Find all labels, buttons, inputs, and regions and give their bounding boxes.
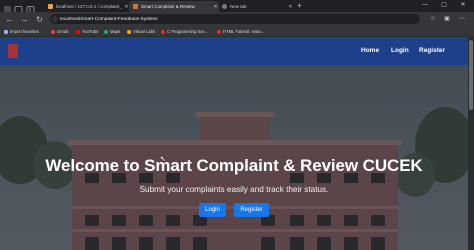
bookmark-label: YouTube <box>82 29 99 34</box>
youtube-icon <box>76 29 80 34</box>
gmail-icon <box>51 29 55 34</box>
url-input[interactable] <box>60 16 400 22</box>
tab-smart-complaint[interactable]: Smart Complaint & Review ✕ <box>129 1 219 12</box>
window-close-icon[interactable]: ✕ <box>456 0 470 11</box>
bookmarks-bar: Import favorites Gmail YouTube Maps Virt… <box>0 27 474 37</box>
new-tab-plus-icon[interactable]: + <box>297 1 302 10</box>
bookmark-label: Import favorites <box>10 29 39 34</box>
mouse-cursor-icon: ↖ <box>160 156 166 163</box>
phpmyadmin-favicon-icon <box>48 4 53 9</box>
bookmark-import-favorites[interactable]: Import favorites <box>4 28 39 35</box>
nav-register-link[interactable]: Register <box>419 47 445 54</box>
bookmark-virtual-labs[interactable]: Virtual Labs <box>127 28 155 35</box>
c-programming-icon <box>161 29 165 34</box>
bookmark-maps[interactable]: Maps <box>104 28 120 35</box>
maps-icon <box>104 29 108 34</box>
browser-toolbar: ← → ↻ ⓘ ☆ ▣ ⋯ <box>0 12 474 27</box>
bookmark-c-programming[interactable]: C Programming Exe... <box>161 28 208 35</box>
tab-title: Smart Complaint & Review <box>141 4 195 9</box>
profile-icon[interactable] <box>3 1 13 13</box>
scrollbar-thumb[interactable] <box>469 40 473 110</box>
bookmark-label: Gmail <box>57 29 68 34</box>
bookmark-youtube[interactable]: YouTube <box>76 28 98 35</box>
browser-tab-strip: localhost / 127.0.0.1 / complaint_ ✕ Sma… <box>0 0 474 13</box>
hero-title: Welcome to Smart Complaint & Review CUCE… <box>45 156 423 175</box>
maximize-icon[interactable]: ▢ <box>437 0 451 11</box>
bookmark-label: Virtual Labs <box>133 29 156 34</box>
favorites-star-icon[interactable]: ☆ <box>428 14 438 25</box>
collections-icon[interactable]: ▣ <box>442 14 452 25</box>
bookmark-label: Maps <box>110 29 121 34</box>
page-scrollbar[interactable] <box>468 37 474 250</box>
hero-section: Welcome to Smart Complaint & Review CUCE… <box>0 65 468 250</box>
site-favicon-icon <box>133 4 138 9</box>
tab-title: localhost / 127.0.0.1 / complaint_ <box>56 4 122 9</box>
hero-register-button[interactable]: Register <box>234 203 269 217</box>
bookmark-label: C Programming Exe... <box>167 29 209 34</box>
page-viewport: Home Login Register Welcome to Smart Com… <box>0 37 468 250</box>
bookmark-html-tutorial[interactable]: HTML Tutorial: Insta... <box>217 28 264 35</box>
tab-phpmyadmin[interactable]: localhost / 127.0.0.1 / complaint_ ✕ <box>44 1 130 12</box>
tab-new-tab[interactable]: New tab ✕ <box>218 1 294 12</box>
close-icon[interactable]: ✕ <box>287 4 294 10</box>
bookmark-label: HTML Tutorial: Insta... <box>223 29 265 34</box>
virtual-labs-icon <box>127 29 131 34</box>
nav-home-link[interactable]: Home <box>361 47 379 54</box>
nav-login-link[interactable]: Login <box>391 47 409 54</box>
address-bar[interactable]: ⓘ <box>50 14 420 24</box>
html-tutorial-icon <box>217 29 221 34</box>
forward-arrow-icon[interactable]: → <box>19 14 30 25</box>
site-navbar: Home Login Register <box>0 37 468 65</box>
site-info-icon[interactable]: ⓘ <box>50 16 60 23</box>
bookmark-gmail[interactable]: Gmail <box>51 28 68 35</box>
minimize-icon[interactable]: — <box>418 0 432 11</box>
tab-title: New tab <box>230 4 247 9</box>
hero-subtitle: Submit your complaints easily and track … <box>139 185 329 194</box>
hero-login-button[interactable]: Login <box>199 203 226 217</box>
menu-dots-icon[interactable]: ⋯ <box>457 14 467 25</box>
reload-icon[interactable]: ↻ <box>34 14 45 25</box>
vertical-tabs-icon[interactable] <box>26 1 36 13</box>
tab-actions-icon[interactable] <box>14 1 24 13</box>
college-logo[interactable] <box>8 44 18 58</box>
new-tab-favicon-icon <box>222 4 227 9</box>
import-favorites-icon <box>4 29 8 34</box>
back-arrow-icon[interactable]: ← <box>4 14 15 25</box>
